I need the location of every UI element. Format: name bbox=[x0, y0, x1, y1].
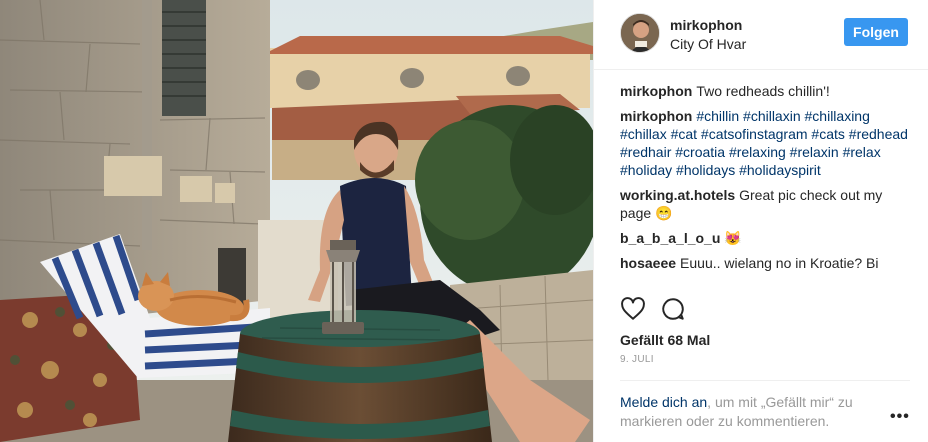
post-header: mirkophon City Of Hvar Folgen bbox=[594, 0, 928, 70]
divider bbox=[620, 380, 910, 381]
post-sidebar: mirkophon City Of Hvar Folgen mirkophon T… bbox=[593, 0, 928, 442]
post-date[interactable]: 9. JULI bbox=[620, 354, 654, 365]
comment-username[interactable]: mirkophon bbox=[620, 83, 692, 99]
list-item: working.at.hotels Great pic check out my … bbox=[620, 186, 910, 222]
comment-text: Euuu.. wielang no in Kroatie? Bi bbox=[680, 255, 879, 271]
hashtag-comment: mirkophon #chillin #chillaxin #chillaxing… bbox=[620, 107, 910, 179]
action-bar bbox=[620, 296, 910, 326]
login-prompt: Melde dich an, um mit „Gefällt mir“ zu m… bbox=[620, 393, 885, 431]
list-item: hosaeee Euuu.. wielang no in Kroatie? Bi bbox=[620, 254, 910, 272]
photo-illustration bbox=[0, 0, 593, 442]
avatar-image bbox=[621, 14, 659, 52]
comment-text: Two redheads chillin'! bbox=[696, 83, 830, 99]
login-link[interactable]: Melde dich an bbox=[620, 394, 707, 410]
comment-text: 😻 bbox=[724, 230, 742, 246]
comment-list: mirkophon Two redheads chillin'! mirkopho… bbox=[620, 82, 910, 287]
follow-button[interactable]: Folgen bbox=[844, 18, 908, 46]
like-count[interactable]: Gefällt 68 Mal bbox=[620, 332, 710, 348]
list-item: b_a_b_a_l_o_u 😻 bbox=[620, 229, 910, 247]
post-photo[interactable] bbox=[0, 0, 593, 442]
header-username[interactable]: mirkophon bbox=[670, 17, 742, 33]
comment-username[interactable]: b_a_b_a_l_o_u bbox=[620, 230, 720, 246]
comment-username[interactable]: working.at.hotels bbox=[620, 187, 735, 203]
avatar[interactable] bbox=[620, 13, 660, 53]
more-options-icon[interactable]: ••• bbox=[890, 408, 910, 426]
heart-icon[interactable] bbox=[620, 296, 646, 322]
caption-comment: mirkophon Two redheads chillin'! bbox=[620, 82, 910, 100]
comment-username[interactable]: hosaeee bbox=[620, 255, 676, 271]
header-location[interactable]: City Of Hvar bbox=[670, 36, 746, 52]
comment-icon[interactable] bbox=[660, 296, 686, 322]
comment-username[interactable]: mirkophon bbox=[620, 108, 692, 124]
